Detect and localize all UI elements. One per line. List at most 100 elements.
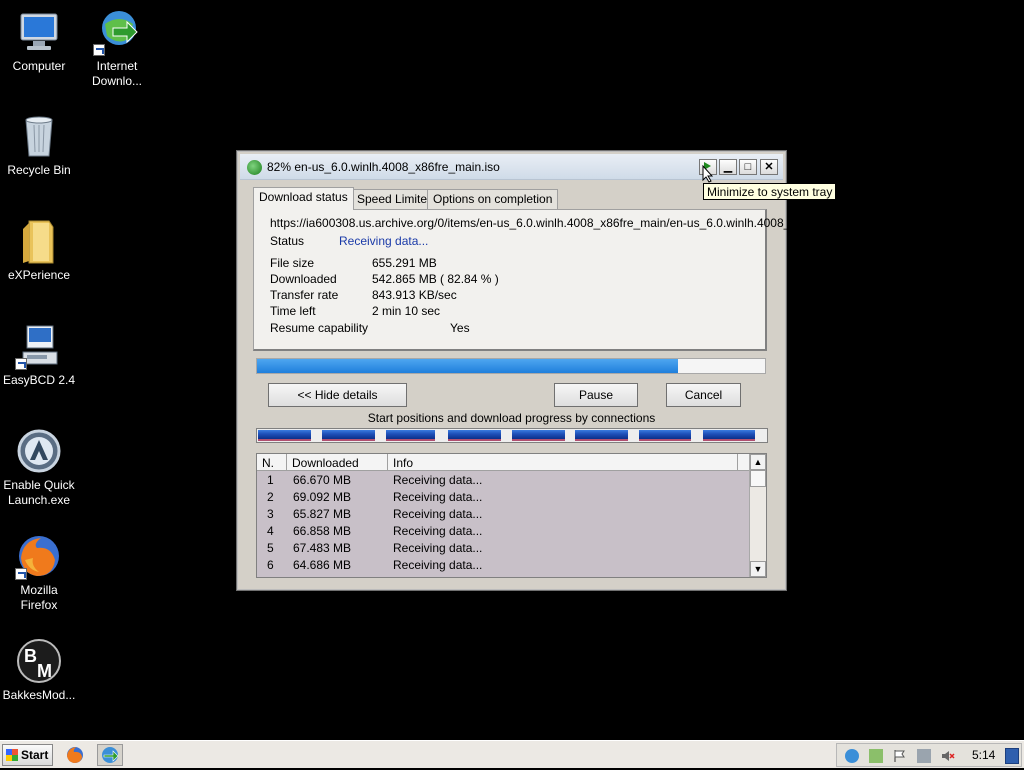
desktop-icon-mozilla-firefox[interactable]: Mozilla Firefox: [2, 532, 76, 613]
show-desktop-button[interactable]: [1005, 748, 1019, 764]
download-progress-bar: [256, 358, 766, 374]
system-tray: 5:14: [836, 743, 1022, 767]
tab-options-on-completion[interactable]: Options on completion: [427, 189, 559, 209]
close-button[interactable]: ✕: [760, 159, 778, 175]
table-header: N. Downloaded Info: [257, 454, 749, 471]
firefox-icon: [67, 747, 83, 763]
scroll-down-button[interactable]: ▼: [750, 561, 766, 577]
mouse-cursor-icon: [702, 165, 714, 183]
maximize-button[interactable]: □: [739, 159, 757, 175]
status-value: Receiving data...: [339, 234, 429, 248]
quick-launch-icon: [15, 427, 63, 475]
transfer-rate-value: 843.913 KB/sec: [372, 288, 457, 302]
internet-download-manager-icon: [93, 8, 141, 56]
connection-segment: [575, 430, 628, 441]
tab-speed-limiter[interactable]: Speed Limiter: [351, 189, 438, 209]
volume-muted-icon[interactable]: [941, 749, 955, 763]
maximize-icon: □: [744, 161, 752, 173]
desktop-icon-label: Recycle Bin: [7, 163, 71, 177]
connection-segment: [703, 430, 755, 441]
window-title: 82% en-us_6.0.winlh.4008_x86fre_main.iso: [267, 160, 500, 174]
minimize-button[interactable]: ▁: [719, 159, 737, 175]
windows-logo-icon: [6, 749, 18, 761]
column-header-info[interactable]: Info: [388, 454, 738, 471]
hide-details-button[interactable]: << Hide details: [268, 383, 407, 407]
tab-download-status[interactable]: Download status: [253, 187, 354, 210]
row-info: Receiving data...: [393, 524, 483, 538]
start-button[interactable]: Start: [2, 744, 53, 766]
time-left-value: 2 min 10 sec: [372, 304, 441, 318]
time-left-label: Time left: [270, 304, 316, 318]
svg-text:B: B: [24, 646, 37, 666]
minimize-icon: ▁: [723, 161, 733, 173]
taskbar-idm-button[interactable]: [97, 744, 123, 766]
cancel-button[interactable]: Cancel: [666, 383, 741, 407]
row-info: Receiving data...: [393, 507, 483, 521]
status-label: Status: [270, 234, 305, 248]
row-number: 3: [267, 507, 274, 521]
connections-caption: Start positions and download progress by…: [367, 411, 656, 425]
download-window: 82% en-us_6.0.winlh.4008_x86fre_main.iso…: [236, 150, 791, 591]
desktop-icon-computer[interactable]: Computer: [2, 8, 76, 74]
desktop-icon-easybcd[interactable]: EasyBCD 2.4: [2, 322, 76, 388]
internet-download-manager-icon: [102, 747, 119, 763]
row-downloaded: 67.483 MB: [293, 541, 352, 555]
desktop-icon-experience[interactable]: eXPerience: [2, 217, 76, 283]
table-row[interactable]: 1 66.670 MB Receiving data...: [257, 472, 749, 489]
taskbar-clock[interactable]: 5:14: [972, 748, 995, 762]
file-size-label: File size: [270, 256, 315, 270]
row-downloaded: 65.827 MB: [293, 507, 352, 521]
desktop-icon-label: EasyBCD 2.4: [2, 373, 76, 387]
column-header-n[interactable]: N.: [257, 454, 287, 471]
easybcd-icon: [15, 322, 63, 370]
taskbar-firefox-button[interactable]: [64, 744, 90, 766]
firefox-icon: [15, 532, 63, 580]
row-downloaded: 64.686 MB: [293, 558, 352, 572]
table-row[interactable]: 4 66.858 MB Receiving data...: [257, 523, 749, 540]
desktop-icon-recycle-bin[interactable]: Recycle Bin: [2, 112, 76, 178]
download-url: https://ia600308.us.archive.org/0/items/…: [270, 216, 791, 230]
transfer-rate-label: Transfer rate: [270, 288, 339, 302]
file-size-value: 655.291 MB: [372, 256, 437, 270]
table-row[interactable]: 5 67.483 MB Receiving data...: [257, 540, 749, 557]
flag-icon[interactable]: [893, 749, 907, 763]
desktop-icon-label: Enable Quick Launch.exe: [3, 478, 75, 507]
desktop-icon-internet-download-manager[interactable]: Internet Downlo...: [80, 8, 154, 89]
column-header-downloaded[interactable]: Downloaded: [287, 454, 388, 471]
row-number: 6: [267, 558, 274, 572]
close-icon: ✕: [764, 161, 774, 173]
table-row[interactable]: 6 64.686 MB Receiving data...: [257, 557, 749, 574]
row-number: 4: [267, 524, 274, 538]
idm-tray-icon[interactable]: [845, 749, 859, 763]
desktop-icon-label: Mozilla Firefox: [20, 583, 58, 612]
desktop-icon-label: BakkesMod...: [2, 688, 76, 702]
resume-capability-label: Resume capability: [270, 321, 369, 335]
resume-capability-value: Yes: [450, 321, 470, 335]
connections-table: N. Downloaded Info 1 66.670 MB Receiving…: [256, 453, 767, 578]
connections-progress-bar: [256, 428, 768, 443]
chevron-up-icon: ▲: [753, 457, 763, 467]
network-tray-icon[interactable]: [917, 749, 931, 763]
row-info: Receiving data...: [393, 473, 483, 487]
pause-button[interactable]: Pause: [554, 383, 638, 407]
table-row[interactable]: 3 65.827 MB Receiving data...: [257, 506, 749, 523]
start-label: Start: [21, 748, 49, 762]
computer-icon: [15, 8, 63, 56]
row-downloaded: 66.670 MB: [293, 473, 352, 487]
desktop-icon-enable-quick-launch[interactable]: Enable Quick Launch.exe: [2, 427, 76, 508]
taskbar: Start 5:14: [0, 740, 1024, 768]
row-info: Receiving data...: [393, 558, 483, 572]
connection-segment: [322, 430, 375, 441]
connection-segment: [512, 430, 565, 441]
bakkesmod-icon: BM: [15, 637, 63, 685]
scroll-up-button[interactable]: ▲: [750, 454, 766, 470]
scroll-thumb[interactable]: [750, 470, 766, 487]
security-tray-icon[interactable]: [869, 749, 883, 763]
table-row[interactable]: 2 69.092 MB Receiving data...: [257, 489, 749, 506]
connection-segment: [258, 430, 311, 441]
connection-segment: [639, 430, 691, 441]
table-scrollbar[interactable]: ▲ ▼: [749, 454, 766, 577]
desktop-icon-bakkesmod[interactable]: BM BakkesMod...: [2, 637, 76, 703]
connection-segment: [448, 430, 501, 441]
folder-icon: [15, 217, 63, 265]
